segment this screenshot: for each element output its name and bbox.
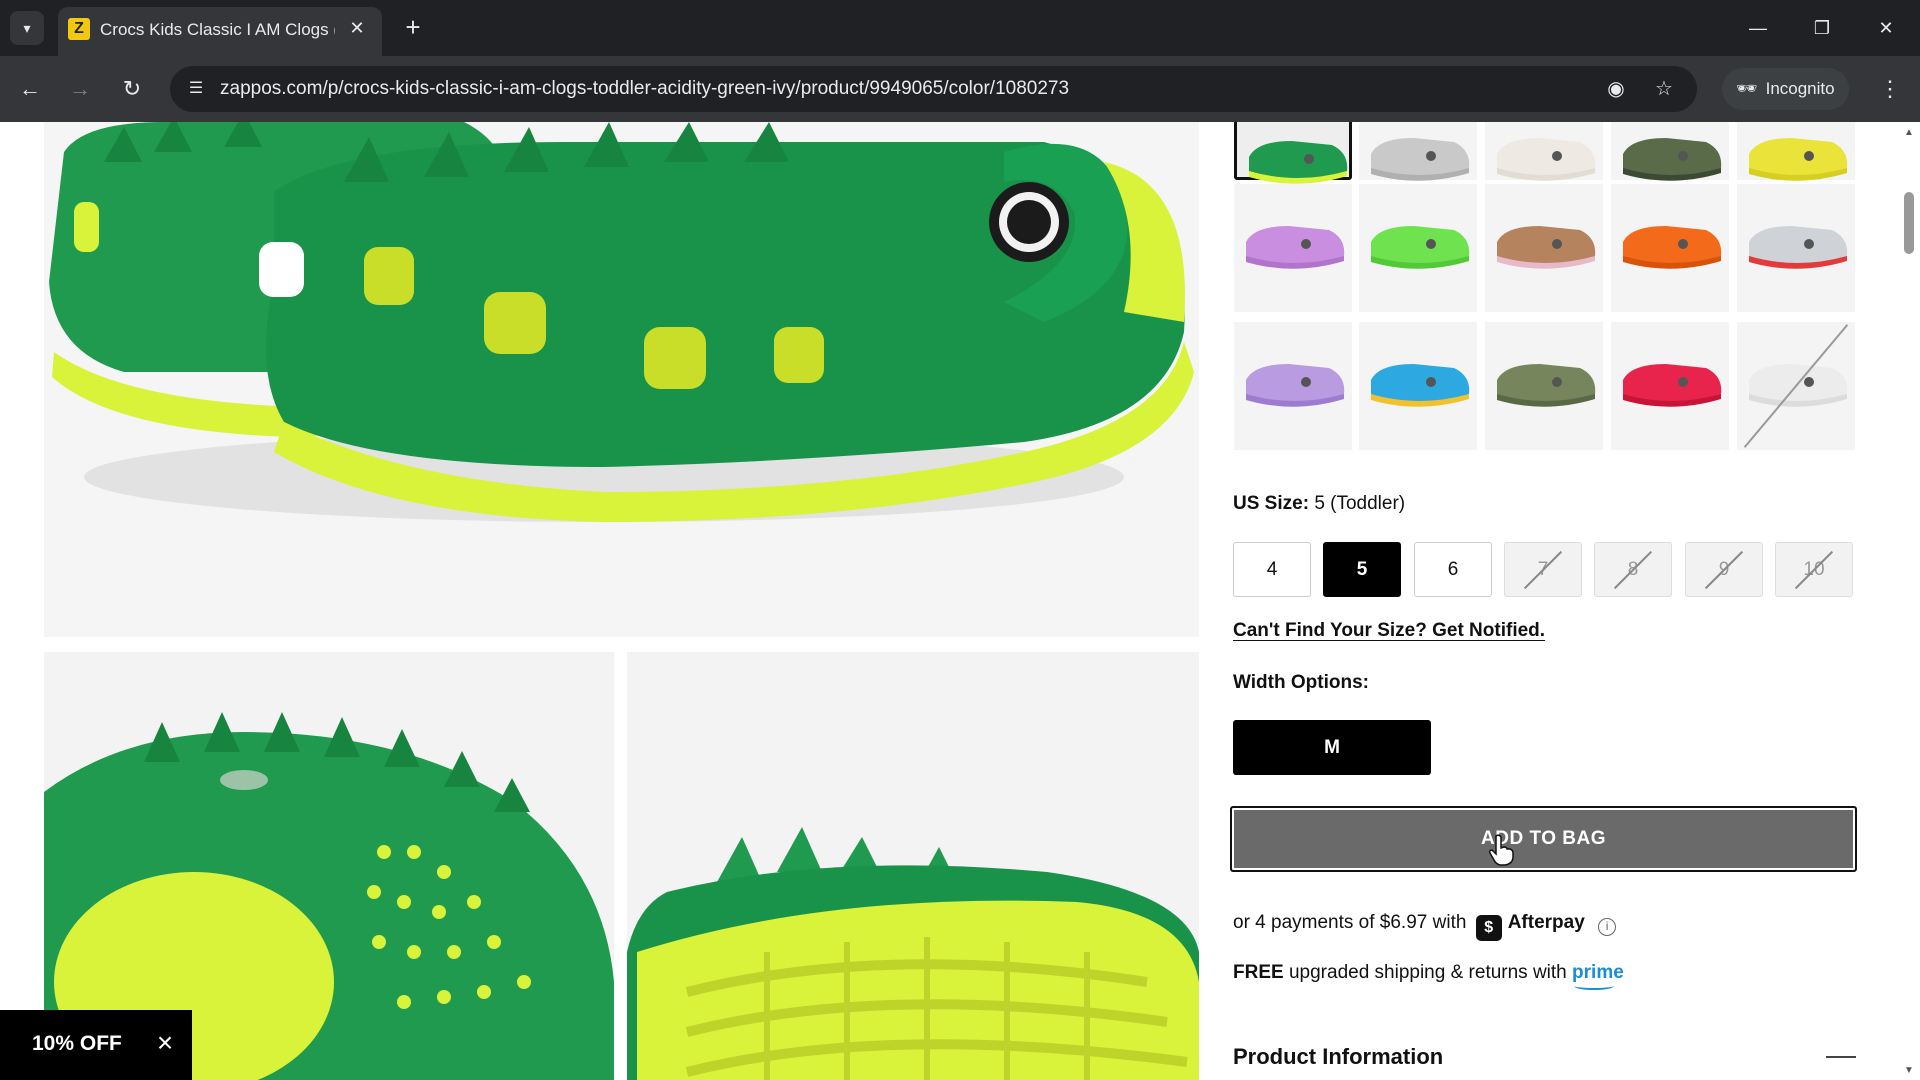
minimize-button[interactable]: — [1736,8,1780,48]
color-swatch-white-out[interactable] [1737,322,1855,450]
size-option-10[interactable]: 10 [1775,542,1853,597]
incognito-badge[interactable]: 🕶 Incognito [1722,68,1849,110]
size-option-9[interactable]: 9 [1685,542,1763,597]
new-tab-button[interactable]: + [396,11,430,45]
color-swatch-green[interactable] [1234,122,1352,184]
tab-strip: ▾ Z Crocs Kids Classic I AM Clogs (T ✕ +… [0,0,1920,56]
size-value: 5 (Toddler) [1314,493,1406,514]
shipping-text: upgraded shipping & returns with [1288,962,1567,983]
shipping-line: FREE upgraded shipping & returns with pr… [1233,962,1624,984]
width-heading: Width Options: [1233,672,1369,693]
tab-title: Crocs Kids Classic I AM Clogs (T [100,20,335,39]
incognito-label: Incognito [1765,79,1835,98]
back-button[interactable]: ← [10,69,50,109]
color-swatch-red[interactable] [1611,322,1729,450]
color-swatch-grey[interactable] [1359,122,1477,181]
eye-off-icon[interactable]: ◉ [1602,75,1630,103]
url-text[interactable]: zappos.com/p/crocs-kids-classic-i-am-clo… [220,78,1069,100]
restore-button[interactable]: ❐ [1800,8,1844,48]
bookmark-star-icon[interactable]: ☆ [1650,75,1678,103]
discount-promo-banner[interactable]: 10% OFF × [0,1010,192,1080]
width-option-button[interactable]: M [1233,720,1431,775]
color-swatch-yellow[interactable] [1737,122,1855,181]
forward-button[interactable]: → [60,69,100,109]
color-swatch-camo[interactable] [1611,122,1729,181]
browser-toolbar: ← → ↻ ☰ zappos.com/p/crocs-kids-classic-… [0,56,1920,122]
color-swatch-purple[interactable] [1234,184,1352,312]
color-swatch-olive[interactable] [1485,322,1603,450]
prime-logo[interactable]: prime [1572,962,1624,983]
afterpay-text: or 4 payments of $6.97 with [1233,912,1467,933]
shipping-free: FREE [1233,962,1284,983]
page-viewport: US Size: 5 (Toddler) 4 5 6 7 8 9 10 Can't Find… [0,122,1920,1080]
site-info-icon[interactable]: ☰ [184,77,208,101]
add-to-bag-button[interactable]: ADD TO BAG [1230,806,1857,872]
product-photo-main[interactable] [44,122,1199,637]
size-option-4[interactable]: 4 [1233,542,1311,597]
color-swatch-white[interactable] [1485,122,1603,181]
close-icon[interactable]: × [150,1028,180,1058]
hand-cursor-icon [1489,834,1514,866]
zappos-favicon-icon: Z [68,18,90,40]
tab-search-button[interactable]: ▾ [10,11,44,45]
scroll-up-arrow-icon[interactable]: ▲ [1898,124,1920,142]
browser-menu-icon[interactable]: ⋮ [1872,69,1908,109]
product-info-heading[interactable]: Product Information [1233,1044,1443,1070]
scrollbar-thumb[interactable] [1904,192,1914,254]
active-tab[interactable]: Z Crocs Kids Classic I AM Clogs (T ✕ [58,7,382,56]
collapse-icon[interactable] [1826,1056,1856,1058]
incognito-icon: 🕶 [1736,79,1758,98]
afterpay-name: Afterpay [1507,912,1585,933]
reload-button[interactable]: ↻ [112,69,152,109]
scroll-down-arrow-icon[interactable]: ▼ [1898,1062,1920,1080]
color-swatch-brown-pink[interactable] [1485,184,1603,312]
info-icon[interactable]: i [1598,918,1617,936]
address-bar[interactable]: ☰ zappos.com/p/crocs-kids-classic-i-am-c… [170,66,1697,112]
notify-size-link[interactable]: Can't Find Your Size? Get Notified. [1233,620,1545,642]
afterpay-logo-icon: $ [1475,915,1502,941]
promo-label[interactable]: 10% OFF [32,1032,122,1056]
tab-close-icon[interactable]: ✕ [344,15,370,41]
color-swatch-blue[interactable] [1359,322,1477,450]
close-window-button[interactable]: ✕ [1864,8,1908,48]
size-option-5[interactable]: 5 [1323,542,1401,597]
scrollbar[interactable] [1898,122,1920,1080]
size-option-7[interactable]: 7 [1504,542,1582,597]
color-swatch-lavender[interactable] [1234,322,1352,450]
color-swatch-orange[interactable] [1611,184,1729,312]
size-option-6[interactable]: 6 [1414,542,1492,597]
size-heading: US Size: 5 (Toddler) [1233,493,1405,515]
color-swatch-grey-red[interactable] [1737,184,1855,312]
product-photo-sole-view[interactable] [627,652,1199,1080]
color-swatch-lime[interactable] [1359,184,1477,312]
size-option-8[interactable]: 8 [1594,542,1672,597]
afterpay-line: or 4 payments of $6.97 with $ Afterpay i [1233,912,1617,941]
size-label: US Size: [1233,493,1310,514]
